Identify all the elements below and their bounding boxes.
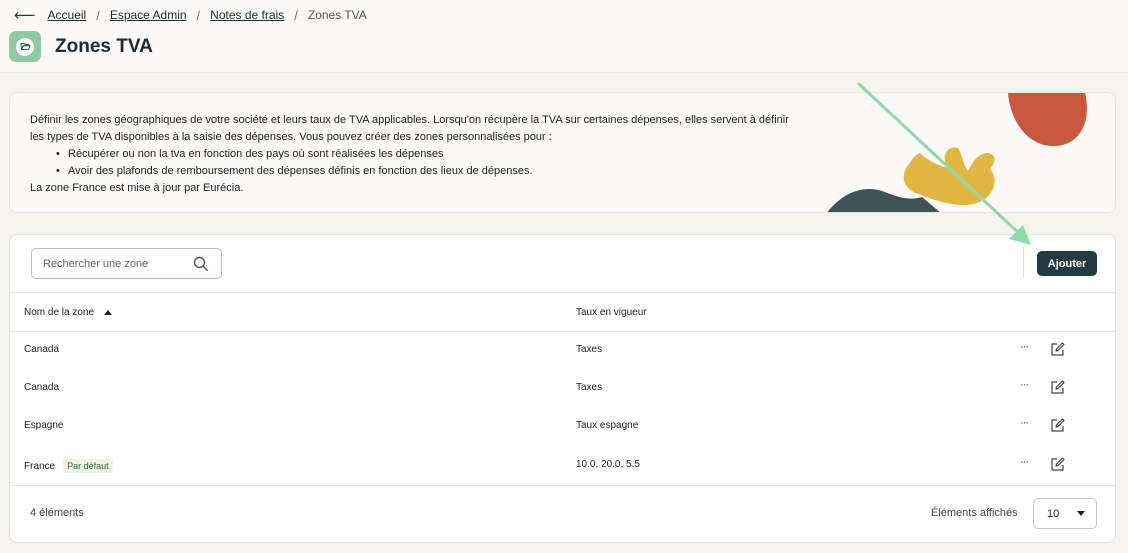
title-row: Zones TVA (9, 31, 153, 62)
column-header-rate: Taux en vigueur (576, 307, 647, 318)
zone-name-cell: France Par défaut (24, 459, 113, 473)
breadcrumb-home[interactable]: Accueil (48, 8, 87, 22)
zone-name: Canada (24, 344, 60, 355)
column-header-name[interactable]: Nom de la zone (24, 307, 113, 318)
info-bullet: Récupérer ou non la tva en fonction des … (56, 146, 790, 163)
breadcrumb-current: Zones TVA (307, 8, 367, 22)
info-description: Définir les zones géographiques de votre… (30, 112, 790, 197)
folder-open-icon (16, 37, 34, 56)
items-count: 4 éléments (30, 507, 84, 519)
info-paragraph: Définir les zones géographiques de votre… (30, 114, 789, 143)
zone-rate: 10.0, 20.0, 5.5 (576, 459, 640, 470)
table-row: Canada Taxes ··· (10, 370, 1115, 408)
zone-name-cell: Canada (24, 382, 59, 393)
per-page-value: 10 (1047, 507, 1060, 520)
column-header-label: Nom de la zone (24, 307, 95, 318)
info-note: La zone France est mise à jour par Euréc… (30, 182, 244, 194)
search-box[interactable] (31, 248, 222, 279)
zone-name: Canada (24, 382, 60, 393)
more-actions-button[interactable]: ··· (1020, 341, 1029, 353)
caret-down-icon (1077, 511, 1085, 516)
info-card: Définir les zones géographiques de votre… (9, 92, 1116, 213)
zone-rate: Taxes (576, 382, 603, 393)
zone-rate: Taxes (576, 344, 603, 355)
edit-icon[interactable] (1050, 418, 1065, 433)
table-row: Canada Taxes ··· (10, 332, 1115, 370)
zone-rate: Taux espagne (576, 420, 639, 431)
more-actions-button[interactable]: ··· (1020, 379, 1029, 391)
breadcrumb: ⟵ Accueil / Espace Admin / Notes de frai… (14, 6, 367, 24)
info-bullet: Avoir des plafonds de remboursement des … (56, 163, 790, 180)
table-row: Espagne Taux espagne ··· (10, 408, 1115, 446)
per-page-select[interactable]: 10 (1033, 498, 1097, 529)
table-row: France Par défaut 10.0, 20.0, 5.5 ··· (10, 447, 1115, 485)
add-zone-button[interactable]: Ajouter (1037, 251, 1097, 276)
edit-icon[interactable] (1050, 380, 1065, 395)
sort-ascending-icon[interactable] (104, 310, 113, 315)
per-page-label: Éléments affichés (931, 507, 1018, 519)
breadcrumb-admin[interactable]: Espace Admin (110, 8, 187, 22)
page-title: Zones TVA (55, 35, 153, 57)
zone-name: Espagne (24, 420, 64, 431)
info-bullet-list: Récupérer ou non la tva en fonction des … (56, 146, 790, 180)
breadcrumb-separator: / (96, 7, 100, 23)
breadcrumb-separator: / (294, 7, 298, 23)
zone-name-cell: Canada (24, 344, 59, 355)
divider (10, 292, 1115, 293)
breadcrumb-separator: / (196, 7, 201, 23)
zones-table-card: Ajouter Nom de la zone Taux en vigueur C… (9, 234, 1116, 543)
edit-icon[interactable] (1050, 457, 1065, 472)
edit-icon[interactable] (1050, 342, 1065, 357)
page-header: ⟵ Accueil / Espace Admin / Notes de frai… (0, 0, 1128, 73)
search-icon[interactable] (193, 256, 209, 272)
app-icon (9, 31, 41, 62)
zone-name: France (24, 460, 56, 472)
zone-name-cell: Espagne (24, 420, 63, 431)
search-input[interactable] (43, 257, 183, 270)
default-badge: Par défaut (63, 459, 113, 473)
more-actions-button[interactable]: ··· (1020, 456, 1029, 468)
toolbar-divider (1023, 246, 1024, 278)
breadcrumb-expenses[interactable]: Notes de frais (210, 8, 284, 22)
column-header-label: Taux en vigueur (576, 307, 647, 318)
more-actions-button[interactable]: ··· (1020, 417, 1029, 429)
divider (10, 485, 1115, 486)
arrow-left-icon[interactable]: ⟵ (14, 6, 36, 24)
